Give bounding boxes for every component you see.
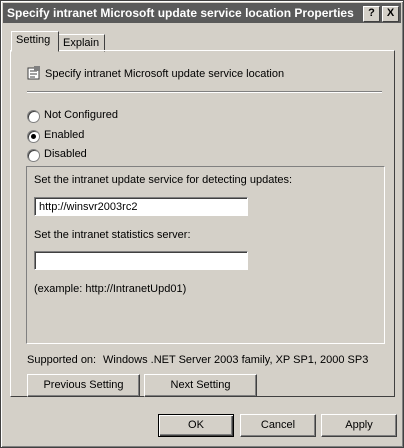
supported-label: Supported on: xyxy=(27,354,97,366)
setting-panel: Specify intranet Microsoft update servic… xyxy=(10,50,395,397)
policy-setting-icon xyxy=(27,66,40,80)
radio-disabled-control[interactable] xyxy=(27,149,40,162)
dialog-title: Specify intranet Microsoft update servic… xyxy=(7,6,354,20)
supported-value: Windows .NET Server 2003 family, XP SP1,… xyxy=(103,354,369,366)
tab-setting[interactable]: Setting xyxy=(11,31,59,52)
radio-enabled-control[interactable] xyxy=(27,130,40,143)
previous-setting-button[interactable]: Previous Setting xyxy=(27,374,140,397)
radio-not-configured-label: Not Configured xyxy=(44,109,118,121)
options-group: Set the intranet update service for dete… xyxy=(26,166,385,344)
radio-not-configured-control[interactable] xyxy=(27,110,40,123)
radio-selected-dot xyxy=(31,134,36,139)
next-setting-button[interactable]: Next Setting xyxy=(144,374,257,397)
update-service-label: Set the intranet update service for dete… xyxy=(34,174,293,186)
cancel-button[interactable]: Cancel xyxy=(240,414,316,437)
radio-disabled-label: Disabled xyxy=(44,148,87,160)
statistics-server-input[interactable] xyxy=(34,251,248,270)
example-text: (example: http://IntranetUpd01) xyxy=(34,283,187,295)
title-bar[interactable]: Specify intranet Microsoft update servic… xyxy=(3,3,401,23)
separator xyxy=(27,91,382,93)
statistics-server-label: Set the intranet statistics server: xyxy=(34,229,191,241)
update-service-input[interactable]: http://winsvr2003rc2 xyxy=(34,197,248,216)
ok-button[interactable]: OK xyxy=(158,414,234,437)
tab-setting-label: Setting xyxy=(16,34,51,46)
help-button[interactable]: ? xyxy=(363,6,380,22)
apply-button[interactable]: Apply xyxy=(321,414,397,437)
tab-explain-label: Explain xyxy=(63,37,100,49)
properties-dialog: Specify intranet Microsoft update servic… xyxy=(0,0,404,448)
radio-enabled-label: Enabled xyxy=(44,129,85,141)
update-service-value: http://winsvr2003rc2 xyxy=(39,201,138,213)
policy-name: Specify intranet Microsoft update servic… xyxy=(45,68,285,80)
close-button[interactable]: X xyxy=(382,6,399,22)
